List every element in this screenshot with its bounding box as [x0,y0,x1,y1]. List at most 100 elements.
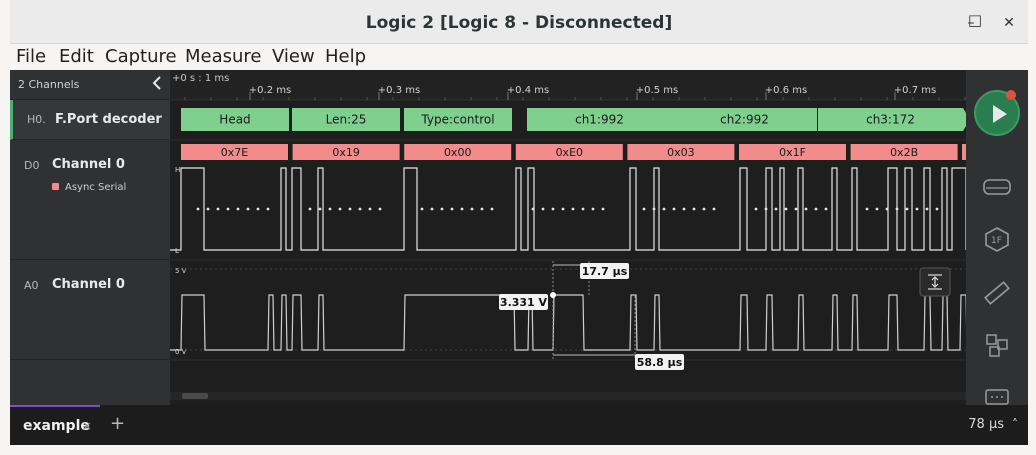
bit-marker [561,207,565,211]
bit-marker [348,207,352,211]
right-toolbar: 1F [966,70,1028,405]
analyzer-tag[interactable]: Async Serial [52,182,126,193]
time-tick-label: +0.2 ms [249,85,291,96]
horizontal-scrollbar-thumb[interactable] [182,393,208,399]
analyzers-icon[interactable] [982,174,1012,200]
bit-marker [672,207,676,211]
bit-marker [571,207,575,211]
menu-file[interactable]: File [16,46,46,67]
analyzer-name: Async Serial [65,182,127,193]
measure-ruler-icon[interactable] [982,280,1012,306]
bit-marker [784,207,788,211]
bit-marker [531,207,535,211]
channels-count: 2 Channels [18,78,80,91]
channels-header: 2 Channels [10,70,170,100]
menu-view[interactable]: View [272,46,315,67]
bit-marker [935,207,939,211]
menu-measure[interactable]: Measure [185,46,262,67]
decoder-frame-label: ch2:992 [720,113,769,127]
bit-marker [358,207,362,211]
channel-name: Channel 0 [52,277,125,292]
bit-marker [875,207,879,211]
bit-marker [368,207,372,211]
bit-marker [662,207,666,211]
add-tab-button[interactable]: + [110,413,125,434]
bit-marker [814,207,818,211]
bit-marker [256,207,260,211]
bit-marker [450,207,454,211]
tab-close-icon[interactable]: × [82,419,92,433]
bit-marker [226,207,230,211]
async-byte-label: 0x00 [444,146,472,159]
channel-row-a0[interactable]: A0 Channel 0 [10,260,170,360]
async-byte-label: 0xE0 [556,146,583,159]
bit-marker [308,207,312,211]
channel-name: F.Port decoder [55,112,162,127]
decoder-frame-label: ch3:172 [866,113,915,127]
time-tick-label: +0.6 ms [765,85,807,96]
bit-marker [591,207,595,211]
window-titlebar: Logic 2 [Logic 8 - Disconnected] – □ ✕ [10,0,1028,44]
time-tick-label: +0.5 ms [636,85,678,96]
record-indicator-icon [1006,90,1016,100]
menu-edit[interactable]: Edit [59,46,94,67]
channel-sidebar: 2 Channels H0. F.Port decoder D0 Channel… [10,70,170,405]
bit-marker [328,207,332,211]
async-byte-label: 0x19 [332,146,360,159]
chevron-up-icon[interactable]: ˄ [1012,417,1018,431]
menu-capture[interactable]: Capture [105,46,177,67]
1f-extensions-icon[interactable]: 1F [982,226,1012,252]
bit-marker [470,207,474,211]
bit-marker [824,207,828,211]
channel-row-h0[interactable]: H0. F.Port decoder [10,100,170,140]
menu-help[interactable]: Help [325,46,366,67]
pulse-width-label: 17.7 µs [582,265,628,278]
bit-marker [885,207,889,211]
bit-marker [754,207,758,211]
async-byte-label: 0x1F [779,146,806,159]
channel-name: Channel 0 [52,157,125,172]
bit-marker [420,207,424,211]
bit-marker [378,207,382,211]
bit-marker [702,207,706,211]
decoder-frame-label: ch1:992 [575,113,624,127]
waveform-area[interactable]: +0 s : 1 ms +0.2 ms +0.3 ms +0.4 ms +0.5 ms… [170,70,970,405]
bit-marker [430,207,434,211]
bit-marker [338,207,342,211]
async-byte-label: 0x03 [667,146,695,159]
period-label: 58.8 µs [637,356,683,369]
bit-marker [460,207,464,211]
chevron-left-icon[interactable] [150,74,164,96]
bit-marker [804,207,808,211]
chat-icon[interactable] [982,386,1012,405]
layout-icon[interactable] [982,332,1012,358]
window-title: Logic 2 [Logic 8 - Disconnected] [365,13,673,33]
bit-marker [266,207,270,211]
bit-marker [196,207,200,211]
analog-top-label: 5 V [175,267,187,275]
tab-label: example [23,418,90,434]
bit-marker [774,207,778,211]
bit-marker [206,207,210,211]
bit-marker [216,207,220,211]
channel-row-d0[interactable]: D0 Channel 0 Async Serial [10,140,170,260]
measurement-cursor[interactable] [550,292,556,298]
zoom-level[interactable]: 78 µs [968,417,1004,432]
maximize-button[interactable]: □ [965,10,985,30]
bit-marker [551,207,555,211]
decoder-frame-label: Head [219,113,250,127]
bit-marker [915,207,919,211]
tab-example[interactable]: example × [10,405,100,445]
bit-marker [712,207,716,211]
async-byte-label: 0x2B [890,146,918,159]
digital-high-label: H [175,166,180,174]
bit-marker [794,207,798,211]
bit-marker [541,207,545,211]
close-window-button[interactable]: ✕ [999,13,1019,33]
decoder-frame-label: Len:25 [326,113,367,127]
bit-marker [925,207,929,211]
digital-low-label: L [175,247,179,255]
bit-marker [318,207,322,211]
window-left-edge [0,70,10,445]
bit-marker [480,207,484,211]
